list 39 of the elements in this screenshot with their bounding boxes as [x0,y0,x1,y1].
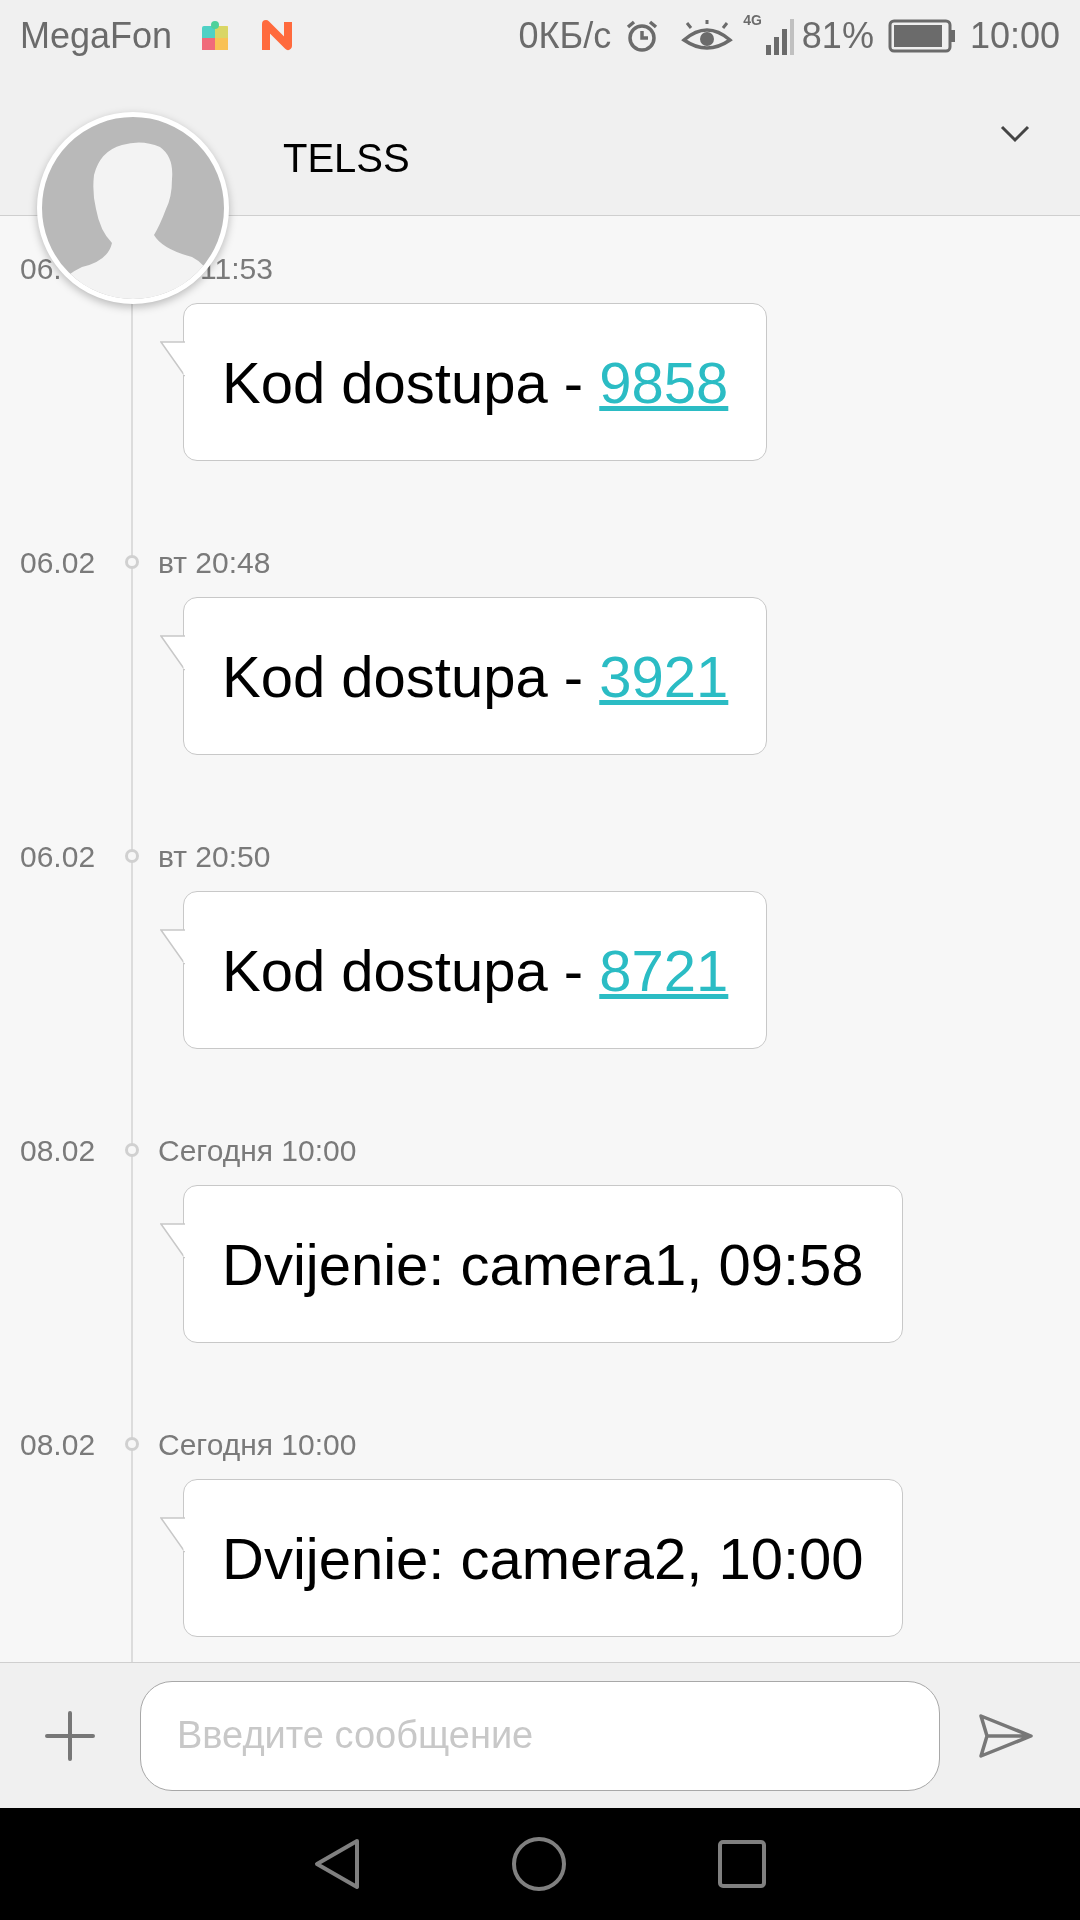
message-time: Сегодня 10:00 [158,1426,357,1463]
eye-icon [681,20,734,52]
message-date: 08.02 [20,1426,97,1463]
message-text: Kod dostupa - 8721 [222,936,729,1005]
recents-icon [717,1839,767,1889]
recents-button[interactable] [717,1839,767,1889]
message-text: Kod dostupa - 3921 [222,642,729,711]
message-date: 06. [20,250,63,287]
carrier-name: MegaFon [20,14,173,58]
back-icon [313,1838,361,1890]
clock: 10:00 [969,14,1060,58]
back-button[interactable] [313,1838,361,1890]
code-link[interactable]: 8721 [599,937,729,1003]
message-date: 08.02 [20,1132,97,1169]
alarm-icon [625,19,660,53]
signal-icon [763,17,794,55]
battery-percent: 81% [801,14,874,58]
puzzle-app-icon [200,20,231,52]
home-icon [511,1836,567,1892]
message-time: вт 20:48 [158,544,271,581]
add-button[interactable] [44,1709,96,1762]
message-text: Dvijenie: camera1, 09:58 [222,1230,864,1299]
message-text: Kod dostupa - 9858 [222,348,729,417]
chevron-down-icon [1000,125,1030,143]
contact-name: TELSS [283,134,410,182]
battery-icon [887,19,956,53]
network-speed: 0КБ/с [518,14,612,58]
plus-icon [45,1710,95,1761]
message-text: Dvijenie: camera2, 10:00 [222,1524,864,1593]
message-date: 06.02 [20,838,97,875]
network-type: 4G [743,11,762,30]
send-button[interactable] [978,1711,1034,1760]
home-button[interactable] [511,1836,567,1892]
send-icon [979,1713,1033,1758]
message-time: вт 20:50 [158,838,271,875]
code-link[interactable]: 9858 [599,349,729,415]
message-date: 06.02 [20,544,97,581]
code-link[interactable]: 3921 [599,643,729,709]
message-time: Сегодня 10:00 [158,1132,357,1169]
